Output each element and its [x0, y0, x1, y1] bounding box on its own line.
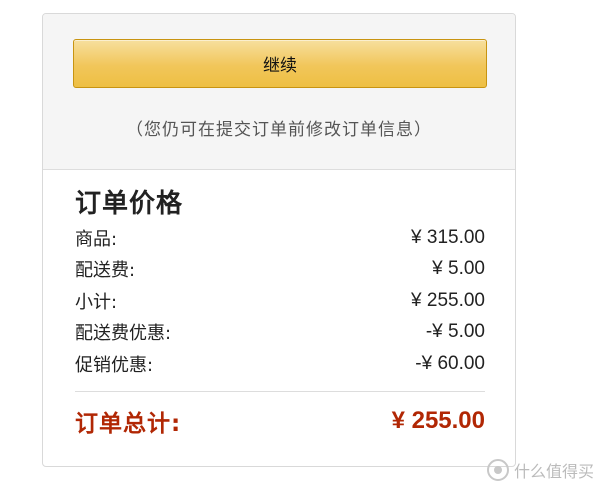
price-row-amount: ¥ 315.00	[411, 226, 485, 248]
price-row-items: 商品: ¥ 315.00	[75, 222, 485, 254]
price-row-label: 商品:	[75, 228, 118, 250]
price-row-label: 配送费:	[75, 260, 136, 282]
summary-divider	[75, 390, 485, 392]
price-row-label: 配送费优惠:	[75, 323, 172, 345]
site-watermark: 什么值得买	[486, 458, 594, 482]
page: 继续 （您仍可在提交订单前修改订单信息） 订单价格 商品: ¥ 315.00 配…	[0, 0, 600, 492]
price-row-amount: -¥ 60.00	[415, 352, 485, 374]
price-row-amount: ¥ 5.00	[432, 258, 485, 280]
price-row-amount: -¥ 5.00	[425, 321, 485, 343]
order-total-label: 订单总计:	[75, 410, 182, 437]
order-total-row: 订单总计: ¥ 255.00	[75, 396, 485, 446]
action-panel: 继续 （您仍可在提交订单前修改订单信息）	[43, 14, 515, 170]
price-row-shipping-discount: 配送费优惠: -¥ 5.00	[75, 317, 485, 349]
price-row-label: 小计:	[75, 291, 118, 313]
order-price-title: 订单价格	[75, 189, 184, 219]
edit-note: （您仍可在提交订单前修改订单信息）	[126, 120, 432, 140]
price-row-subtotal: 小计: ¥ 255.00	[75, 285, 485, 317]
price-row-label: 促销优惠:	[75, 354, 154, 376]
order-summary-card: 继续 （您仍可在提交订单前修改订单信息） 订单价格 商品: ¥ 315.00 配…	[42, 13, 516, 467]
smzdm-logo-icon	[486, 459, 509, 481]
order-price-section: 订单价格 商品: ¥ 315.00 配送费: ¥ 5.00 小计: ¥ 255.…	[75, 186, 485, 446]
price-row-amount: ¥ 255.00	[411, 289, 485, 311]
order-total-amount: ¥ 255.00	[391, 406, 485, 434]
continue-button[interactable]: 继续	[73, 39, 487, 88]
price-row-promotion: 促销优惠: -¥ 60.00	[75, 348, 485, 380]
continue-button-label: 继续	[263, 56, 297, 76]
price-row-shipping: 配送费: ¥ 5.00	[75, 254, 485, 286]
watermark-text: 什么值得买	[513, 462, 594, 481]
